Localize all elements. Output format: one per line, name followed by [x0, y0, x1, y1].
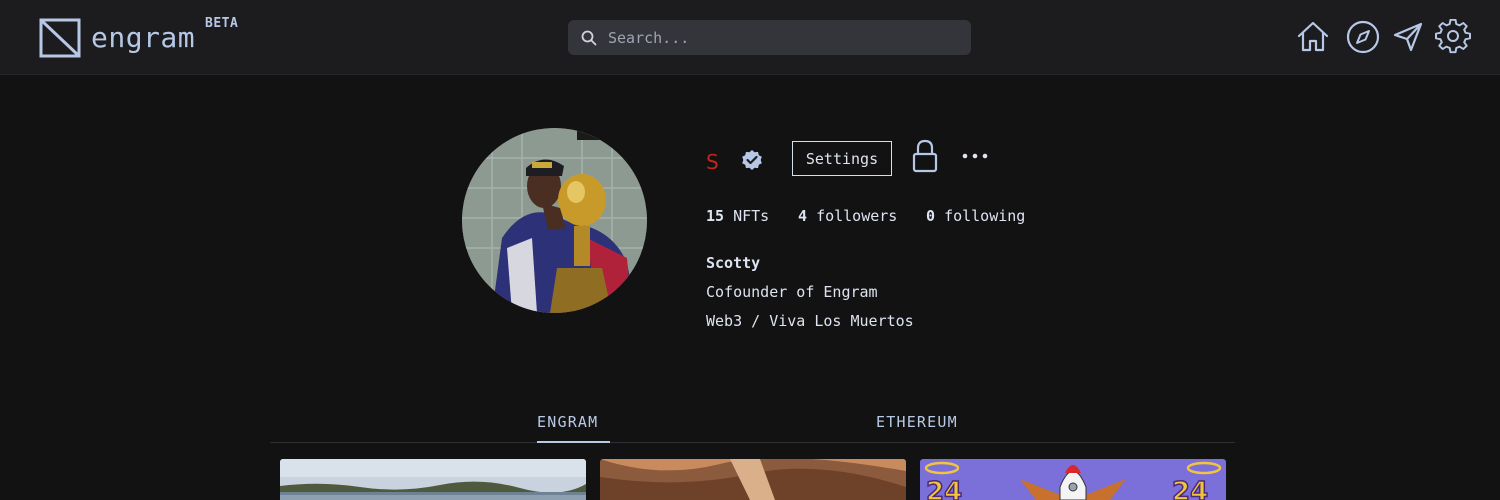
tab-ethereum[interactable]: ETHEREUM [876, 411, 958, 433]
stat-followers[interactable]: 4 followers [798, 206, 897, 226]
settings-gear-icon[interactable] [1435, 19, 1471, 55]
tabs-divider [270, 442, 1235, 443]
nft-card-thumbnail[interactable] [280, 459, 586, 500]
engram-logo-icon[interactable] [39, 18, 81, 58]
logo-text[interactable]: engram [91, 20, 195, 56]
search-input[interactable] [608, 20, 958, 55]
stat-value: 15 [706, 207, 725, 225]
nft-card-thumbnail[interactable]: 24 24 [920, 459, 1226, 500]
settings-button[interactable]: Settings [792, 141, 892, 176]
verified-badge-icon [740, 148, 764, 172]
stat-value: 0 [926, 207, 936, 225]
stat-following[interactable]: 0 following [926, 206, 1025, 226]
stat-label: NFTs [733, 207, 770, 225]
bio-line: Web3 / Viva Los Muertos [706, 312, 914, 330]
stat-value: 4 [798, 207, 808, 225]
display-name: Scotty [706, 254, 761, 272]
profile-avatar[interactable] [462, 128, 647, 313]
svg-text:24: 24 [926, 477, 962, 500]
beta-badge: BETA [205, 16, 239, 31]
active-tab-indicator [537, 441, 610, 443]
svg-text:24: 24 [1172, 477, 1208, 500]
top-navigation-bar: engram BETA [0, 0, 1500, 75]
home-icon[interactable] [1295, 19, 1331, 55]
more-options-icon[interactable] [960, 148, 990, 164]
nft-card-thumbnail[interactable] [600, 459, 906, 500]
explore-compass-icon[interactable] [1345, 19, 1381, 55]
stat-label: following [944, 207, 1026, 225]
search-bar[interactable] [568, 20, 971, 55]
username: S [706, 150, 719, 174]
stat-nfts[interactable]: 15 NFTs [706, 206, 769, 226]
tab-engram[interactable]: ENGRAM [537, 411, 598, 433]
bio-line: Cofounder of Engram [706, 283, 878, 301]
lock-icon[interactable] [911, 139, 939, 173]
send-icon[interactable] [1390, 19, 1426, 55]
stat-label: followers [816, 207, 898, 225]
search-icon [581, 30, 597, 46]
